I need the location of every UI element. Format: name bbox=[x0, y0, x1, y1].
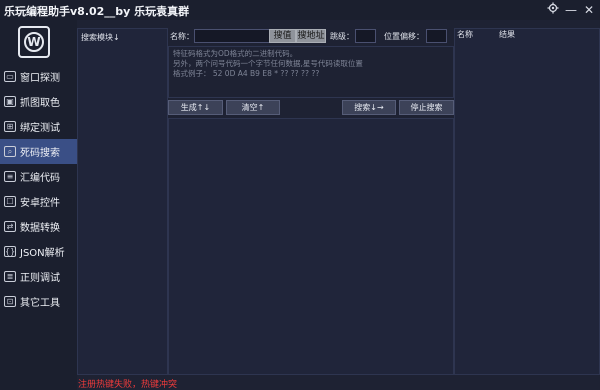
assembly-icon: ≡ bbox=[4, 171, 16, 182]
results-table[interactable]: 名称 结果 bbox=[454, 28, 600, 375]
sidebar-nav: ▭ 窗口探测 ▣ 抓图取色 ⊞ 绑定测试 ⌕ 死码搜索 ≡ 汇编代码 ☐ 安卓控件 ⇄ 数据转换 {} JSO… bbox=[0, 64, 77, 314]
search-value-button[interactable]: 搜值 bbox=[269, 29, 296, 43]
column-header-name[interactable]: 名称 bbox=[457, 29, 473, 40]
bind-icon: ⊞ bbox=[4, 121, 16, 132]
tools-icon: ⊡ bbox=[4, 296, 16, 307]
title-bar: 乐玩编程助手v8.02__by 乐玩袁真群 — ✕ bbox=[0, 0, 600, 20]
sidebar: W ▭ 窗口探测 ▣ 抓图取色 ⊞ 绑定测试 ⌕ 死码搜索 ≡ 汇编代码 ☐ 安卓控件 ⇄ 数据转换 {} J… bbox=[0, 20, 77, 390]
sidebar-item-label: 其它工具 bbox=[20, 298, 60, 309]
sidebar-item-label: 绑定测试 bbox=[20, 123, 60, 134]
hint-line: 特征码格式为OD格式的二进制代码。 bbox=[173, 49, 298, 58]
column-header-result[interactable]: 结果 bbox=[499, 29, 515, 40]
sidebar-item-9[interactable]: ⊡ 其它工具 bbox=[0, 289, 77, 314]
json-icon: {} bbox=[4, 246, 16, 257]
search-address-button[interactable]: 搜地址 bbox=[296, 29, 326, 43]
sidebar-item-8[interactable]: ≣ 正则调试 bbox=[0, 264, 77, 289]
offset-label: 位置偏移： bbox=[384, 32, 424, 41]
offset-input[interactable] bbox=[426, 29, 447, 43]
search-modules-panel[interactable]: 搜索模块↓ bbox=[77, 28, 168, 375]
window-title: 乐玩编程助手v8.02__by 乐玩袁真群 bbox=[4, 5, 190, 18]
sidebar-item-label: 数据转换 bbox=[20, 223, 60, 234]
sidebar-item-5[interactable]: ☐ 安卓控件 bbox=[0, 189, 77, 214]
android-icon: ☐ bbox=[4, 196, 16, 207]
status-message: 注册热键失败，热键冲突 bbox=[78, 380, 178, 390]
convert-icon: ⇄ bbox=[4, 221, 16, 232]
sidebar-item-label: 死码搜索 bbox=[20, 148, 60, 159]
hint-line: 格式例子： 52 0D A4 B9 E8 * ?? ?? ?? ?? bbox=[173, 69, 320, 78]
sidebar-item-2[interactable]: ⊞ 绑定测试 bbox=[0, 114, 77, 139]
sidebar-item-3[interactable]: ⌕ 死码搜索 bbox=[0, 139, 77, 164]
sidebar-item-4[interactable]: ≡ 汇编代码 bbox=[0, 164, 77, 189]
sidebar-item-label: 汇编代码 bbox=[20, 173, 60, 184]
logo-letter: W bbox=[24, 32, 44, 52]
hint-line: 另外，两个问号代码一个字节任何数据,星号代码读取位置 bbox=[173, 59, 363, 68]
sidebar-item-label: 抓图取色 bbox=[20, 98, 60, 109]
signature-input[interactable]: 特征码格式为OD格式的二进制代码。 另外，两个问号代码一个字节任何数据,星号代码… bbox=[168, 46, 454, 98]
close-button[interactable]: ✕ bbox=[581, 2, 597, 18]
sidebar-item-label: 正则调试 bbox=[20, 273, 60, 284]
sidebar-item-0[interactable]: ▭ 窗口探测 bbox=[0, 64, 77, 89]
minimize-button[interactable]: — bbox=[563, 2, 579, 18]
search-results-list[interactable] bbox=[168, 118, 454, 375]
search-code-icon: ⌕ bbox=[4, 146, 16, 157]
window-icon: ▭ bbox=[4, 71, 16, 82]
sidebar-item-7[interactable]: {} JSON解析 bbox=[0, 239, 77, 264]
sidebar-item-label: 窗口探测 bbox=[20, 73, 60, 84]
search-toolbar: 名称： 搜值 搜地址 跳级： 位置偏移： bbox=[168, 28, 455, 48]
name-input[interactable] bbox=[194, 29, 270, 43]
jump-input[interactable] bbox=[355, 29, 376, 43]
search-modules-header[interactable]: 搜索模块↓ bbox=[81, 32, 120, 43]
app-logo: W bbox=[18, 26, 50, 58]
search-button[interactable]: 搜索↓→ bbox=[342, 100, 396, 115]
gear-icon[interactable] bbox=[545, 2, 561, 18]
jump-label: 跳级： bbox=[330, 32, 354, 41]
generate-button[interactable]: 生成↑↓ bbox=[168, 100, 223, 115]
capture-icon: ▣ bbox=[4, 96, 16, 107]
clear-button[interactable]: 清空↑ bbox=[226, 100, 280, 115]
action-bar: 生成↑↓ 清空↑ 搜索↓→ 停止搜索 bbox=[168, 98, 454, 118]
regex-icon: ≣ bbox=[4, 271, 16, 282]
name-label: 名称： bbox=[170, 32, 194, 41]
sidebar-item-label: JSON解析 bbox=[20, 248, 65, 259]
stop-search-button[interactable]: 停止搜索 bbox=[399, 100, 454, 115]
sidebar-item-6[interactable]: ⇄ 数据转换 bbox=[0, 214, 77, 239]
sidebar-item-label: 安卓控件 bbox=[20, 198, 60, 209]
sidebar-item-1[interactable]: ▣ 抓图取色 bbox=[0, 89, 77, 114]
